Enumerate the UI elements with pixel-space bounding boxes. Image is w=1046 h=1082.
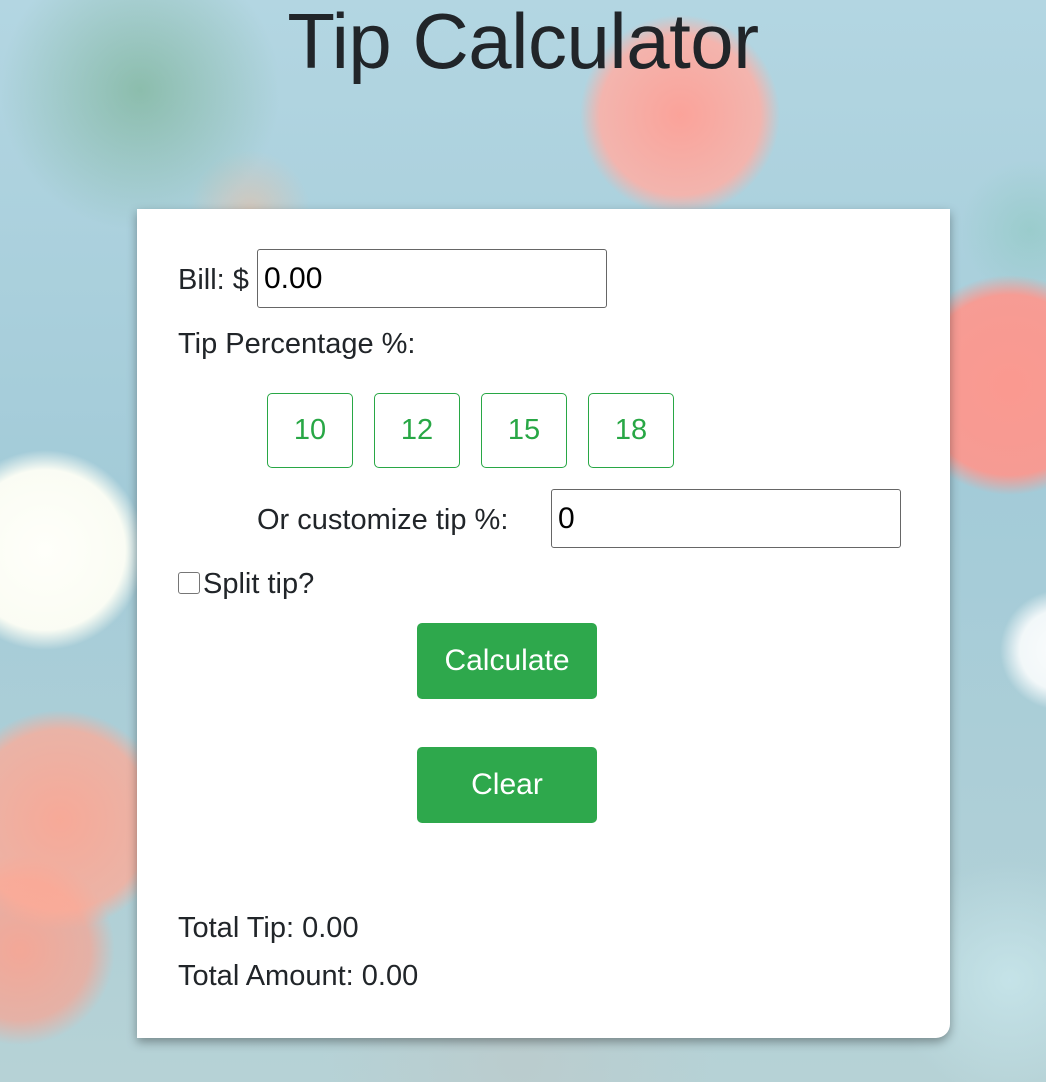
- total-tip-row: Total Tip: 0.00: [178, 911, 359, 945]
- calculator-card: Bill: $ Tip Percentage %: 10 12 15 18 Or…: [137, 209, 950, 1038]
- page-title: Tip Calculator: [287, 0, 759, 85]
- tip-15-button[interactable]: 15: [481, 393, 567, 468]
- tip-18-button[interactable]: 18: [588, 393, 674, 468]
- total-amount-value: 0.00: [361, 960, 419, 992]
- total-amount-row: Total Amount: 0.00: [178, 959, 418, 993]
- tip-12-button[interactable]: 12: [374, 393, 460, 468]
- tip-10-button[interactable]: 10: [267, 393, 353, 468]
- calculate-button[interactable]: Calculate: [417, 623, 597, 699]
- tip-percentage-label: Tip Percentage %:: [178, 328, 416, 360]
- tip-option-group: 10 12 15 18: [267, 393, 674, 468]
- bill-input[interactable]: [257, 249, 607, 308]
- custom-tip-input[interactable]: [551, 489, 901, 548]
- bill-label: Bill: $: [178, 264, 249, 296]
- total-tip-label: Total Tip:: [178, 912, 295, 944]
- split-tip-label: Split tip?: [203, 568, 315, 600]
- split-tip-checkbox[interactable]: [178, 572, 200, 594]
- custom-tip-label: Or customize tip %:: [257, 504, 509, 536]
- total-amount-label: Total Amount:: [178, 960, 354, 992]
- clear-button[interactable]: Clear: [417, 747, 597, 823]
- total-tip-value: 0.00: [302, 912, 359, 944]
